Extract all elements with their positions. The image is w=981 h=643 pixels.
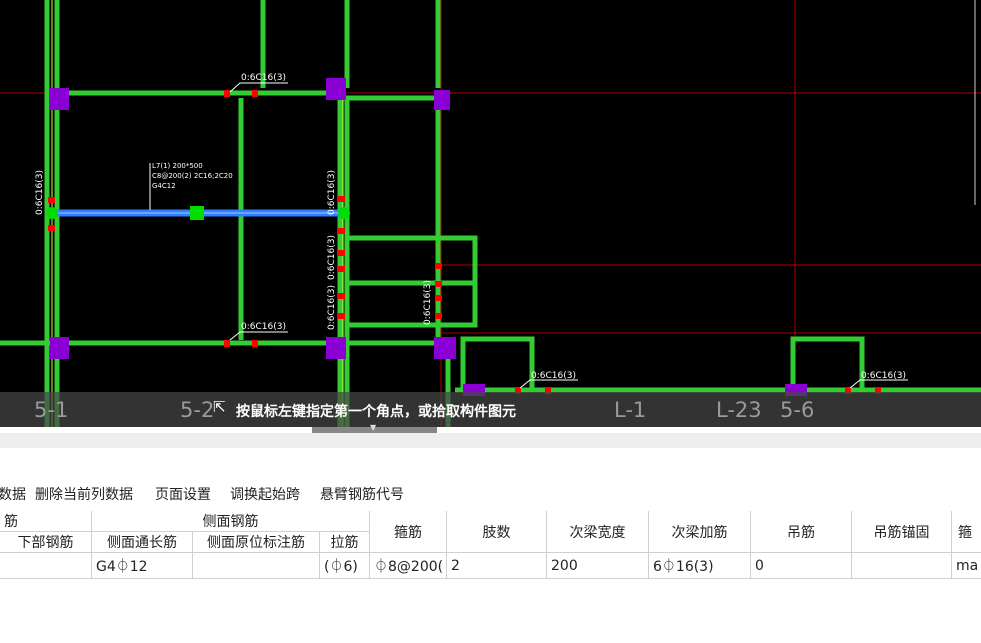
beam-info-line-2: C8@200(2) 2C16;2C20 [152,172,233,180]
rebar-label[interactable]: 0:6C16(3) [327,235,337,280]
axis-label: 5-2 [180,398,215,422]
cell-bottom-rebar[interactable] [0,553,92,579]
header-secondary-width[interactable]: 次梁宽度 [547,511,649,553]
cell-hanger-anchor[interactable] [852,553,952,579]
rebar-label[interactable]: 0:6C16(3) [241,73,286,83]
axis-label: L-23 [716,398,762,422]
rebar-label[interactable]: 0:6C16(3) [327,285,337,330]
rebar-table: 筋 侧面钢筋 下部钢筋 侧面通长筋 侧面原位标注筋 拉筋 箍筋 肢数 次梁宽度 … [0,511,981,581]
panel-header-band [0,433,981,449]
header-side-through[interactable]: 侧面通长筋 [92,532,193,553]
header-group-side: 侧面钢筋 [92,511,370,532]
axis-label: 5-6 [780,398,815,422]
cell-legs[interactable]: 2 [447,553,547,579]
cursor-icon: ⇱ [213,398,226,416]
grid-toolbar [0,448,981,480]
header-group-bottom: 筋 [0,511,92,532]
chevron-down-icon[interactable]: ▼ [370,423,376,432]
header-secondary-add[interactable]: 次梁加筋 [649,511,751,553]
cell-side-inplace[interactable] [193,553,320,579]
rebar-label[interactable]: 0:6C16(3) [241,322,286,332]
header-bottom-rebar[interactable]: 下部钢筋 [0,532,92,553]
cad-drawing[interactable]: 0:6C16(3) 0:6C16(3) 0:6C16(3) 0:6C16(3) … [0,0,981,427]
header-hanger-anchor[interactable]: 吊筋锚固 [852,511,952,553]
rebar-label[interactable]: 0:6C16(3) [531,371,576,381]
cell-tie[interactable]: (⏀6) [320,553,370,579]
cad-drawing-canvas[interactable]: 0:6C16(3) 0:6C16(3) 0:6C16(3) 0:6C16(3) … [0,0,981,427]
status-message: 按鼠标左键指定第一个角点，或拾取构件图元 [236,404,516,420]
toolbar-cantilever-code-button[interactable]: 悬臂钢筋代号 [320,484,404,504]
rebar-label[interactable]: 0:6C16(3) [327,170,337,215]
header-legs[interactable]: 肢数 [447,511,547,553]
toolbar-page-setup-button[interactable]: 页面设置 [155,484,211,504]
header-hanger[interactable]: 吊筋 [751,511,852,553]
header-last[interactable]: 箍 [952,511,981,553]
toolbar-delete-column-button[interactable]: 删除当前列数据 [35,484,133,504]
rebar-label[interactable]: 0:6C16(3) [861,371,906,381]
header-tie[interactable]: 拉筋 [320,532,370,553]
header-stirrup[interactable]: 箍筋 [370,511,447,553]
cell-hanger[interactable]: 0 [751,553,852,579]
cell-last[interactable]: ma [952,553,981,579]
toolbar-swap-span-button[interactable]: 调换起始跨 [230,484,300,504]
axis-label: 5-1 [34,398,69,422]
beam-info-line-3: G4C12 [152,182,176,190]
cell-secondary-add[interactable]: 6⏀16(3) [649,553,751,579]
rebar-label[interactable]: 0:6C16(3) [423,280,433,325]
cell-stirrup[interactable]: ⏀8@200( [370,553,447,579]
header-side-inplace[interactable]: 侧面原位标注筋 [193,532,320,553]
cell-secondary-width[interactable]: 200 [547,553,649,579]
toolbar-data-button[interactable]: 数据 [0,484,26,504]
beam-info-line-1: L7(1) 200*500 [152,162,203,170]
selected-beam[interactable] [46,206,350,220]
axis-label: L-1 [614,398,647,422]
rebar-label[interactable]: 0:6C16(3) [35,170,45,215]
cell-side-through[interactable]: G4⏀12 [92,553,193,579]
